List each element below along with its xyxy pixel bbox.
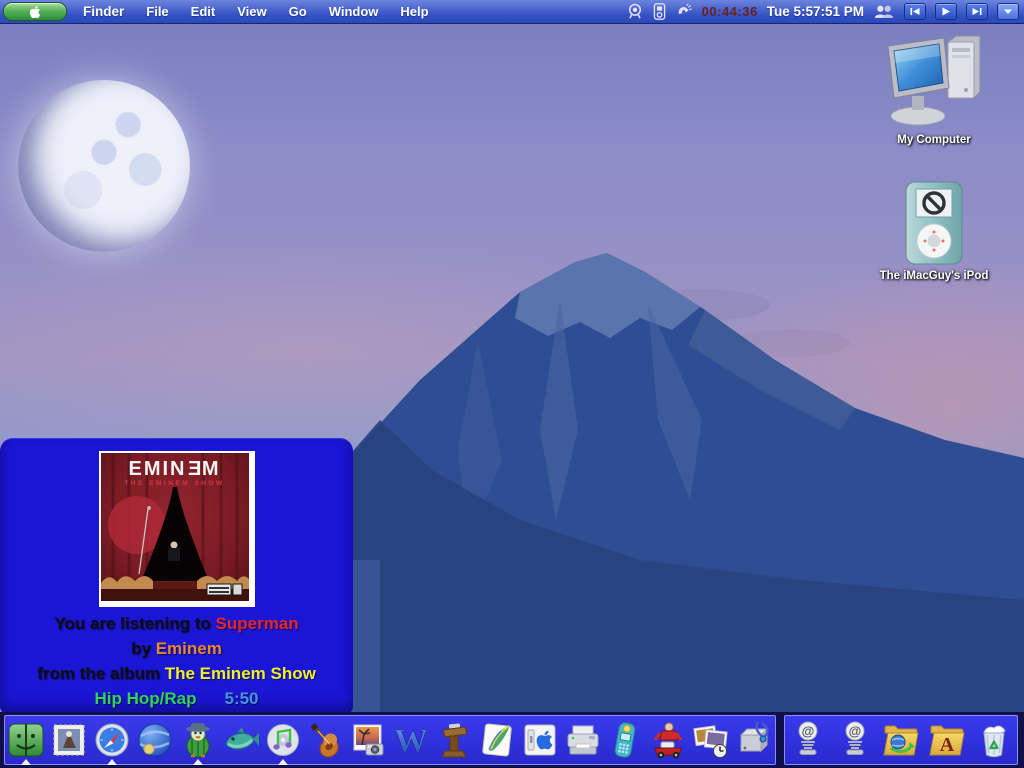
mail-icon <box>53 724 85 756</box>
fast-user-switching-icon[interactable] <box>873 3 895 20</box>
ipod-icon <box>905 181 963 265</box>
toy-racer-icon <box>653 722 683 759</box>
desktop-icon-ipod[interactable]: The iMacGuy's iPod <box>866 180 1002 282</box>
iphoto-icon <box>353 724 384 756</box>
dock-item-duck-character[interactable] <box>176 716 219 765</box>
timer-readout[interactable]: 00:44:36 <box>702 4 758 19</box>
dock-item-safari[interactable] <box>91 716 134 765</box>
genre-label: Hip Hop/Rap <box>94 689 197 708</box>
dock-item-applications-folder[interactable]: A <box>924 716 970 764</box>
menu-window[interactable]: Window <box>329 4 379 19</box>
apple-switch-box-icon <box>524 724 556 756</box>
desktop-icon-label: The iMacGuy's iPod <box>879 270 989 282</box>
dock-item-web-shortcut-2[interactable]: @ <box>831 716 877 764</box>
album-art-artist-text: EMINEM <box>128 458 221 480</box>
mobile-phone-icon <box>614 722 636 758</box>
now-playing-widget[interactable]: EMINEM THE EMINEM SHOW You are listening… <box>0 438 353 715</box>
dock-item-web-shortcut-1[interactable]: @ <box>785 716 831 764</box>
video-camera-icon[interactable] <box>626 3 644 20</box>
dock-item-trash[interactable] <box>971 716 1017 764</box>
svg-text:W: W <box>394 723 428 760</box>
menu-go[interactable]: Go <box>289 4 307 19</box>
svg-text:A: A <box>940 734 955 756</box>
dock-item-appleworks[interactable] <box>476 716 519 764</box>
web-shortcut-2-icon: @ <box>845 721 865 755</box>
apple-icon <box>29 5 41 18</box>
internet-globe-icon <box>138 723 172 757</box>
dock-item-internet-globe[interactable] <box>133 716 176 764</box>
web-shortcut-1-icon: @ <box>798 721 818 755</box>
safari-icon <box>95 723 129 757</box>
applications-folder-icon: A <box>929 725 966 756</box>
now-playing-line3: from the album The Eminem Show <box>37 664 316 683</box>
dock-item-podium[interactable] <box>433 716 476 764</box>
dock-files-section: @ @ A <box>784 715 1018 765</box>
menu-bar: Finder File Edit View Go Window Help 00:… <box>0 0 1024 24</box>
running-indicator <box>106 759 117 765</box>
dock-item-sites-folder[interactable] <box>878 716 924 764</box>
computer-icon <box>887 35 981 126</box>
ipod-status-icon[interactable] <box>653 3 666 20</box>
next-track-button[interactable] <box>966 3 988 20</box>
menu-clock[interactable]: Tue 5:57:51 PM <box>767 4 864 19</box>
appleworks-icon <box>482 723 512 757</box>
dock-item-mobile-phone[interactable] <box>604 716 647 764</box>
phone-status-icon[interactable] <box>675 3 693 20</box>
dock-item-finder[interactable] <box>5 716 48 765</box>
podium-icon <box>441 723 468 758</box>
desktop-icon-label: My Computer <box>897 134 971 146</box>
running-indicator <box>278 759 289 765</box>
album-art-titles: EMINEM THE EMINEM SHOW <box>101 458 249 488</box>
trash-icon <box>983 725 1006 758</box>
now-playing-line1: You are listening to Superman <box>54 614 299 633</box>
photo-stack-icon <box>693 725 728 758</box>
artist-name: Eminem <box>155 639 222 658</box>
dock-apps-section: W <box>4 715 776 765</box>
now-playing-line4: Hip Hop/Rap 5:50 <box>0 686 353 711</box>
apple-menu-button[interactable] <box>3 2 67 21</box>
menu-view[interactable]: View <box>237 4 266 19</box>
dock-item-garageband[interactable] <box>304 716 347 764</box>
dock-item-itunes[interactable] <box>262 716 305 765</box>
menu-finder[interactable]: Finder <box>83 4 124 19</box>
dock-item-iphoto[interactable] <box>347 716 390 764</box>
play-button[interactable] <box>935 3 957 20</box>
duration-label: 5:50 <box>224 689 259 708</box>
menu-help[interactable]: Help <box>400 4 428 19</box>
microsoft-word-icon: W <box>394 723 429 760</box>
desktop-icon-my-computer[interactable]: My Computer <box>866 32 1002 146</box>
printer-icon <box>567 725 599 755</box>
dock-item-apple-switch-box[interactable] <box>518 716 561 764</box>
dock-item-mail[interactable] <box>48 716 91 764</box>
itunes-menu-button[interactable] <box>997 3 1019 20</box>
disk-doctor-icon <box>739 721 769 753</box>
dock-item-toy-racer[interactable] <box>647 716 690 764</box>
svg-text:@: @ <box>848 724 861 739</box>
previous-track-button[interactable] <box>904 3 926 20</box>
dock-item-disk-doctor[interactable] <box>732 716 775 764</box>
album-art-title-text: THE EMINEM SHOW <box>124 480 225 487</box>
fish-character-icon <box>225 727 260 750</box>
svg-text:@: @ <box>802 724 815 739</box>
dock-item-fish-character[interactable] <box>219 716 262 764</box>
dock-item-microsoft-word[interactable]: W <box>390 716 433 764</box>
garageband-icon <box>310 723 339 758</box>
sites-folder-icon <box>883 725 919 756</box>
running-indicator <box>21 759 32 765</box>
now-playing-line2: by Eminem <box>131 639 222 658</box>
duck-character-icon <box>185 723 210 758</box>
running-indicator <box>192 759 203 765</box>
track-name: Superman <box>215 614 299 633</box>
itunes-icon <box>267 724 300 756</box>
dock-item-photo-stack[interactable] <box>690 716 733 764</box>
dock: W @ @ A <box>0 712 1024 768</box>
menu-file[interactable]: File <box>146 4 168 19</box>
dock-item-printer[interactable] <box>561 716 604 764</box>
album-art: EMINEM THE EMINEM SHOW <box>98 451 255 607</box>
menu-edit[interactable]: Edit <box>191 4 216 19</box>
desktop-screen: Finder File Edit View Go Window Help 00:… <box>0 0 1024 768</box>
finder-icon <box>8 723 44 757</box>
album-name: The Eminem Show <box>164 664 316 683</box>
